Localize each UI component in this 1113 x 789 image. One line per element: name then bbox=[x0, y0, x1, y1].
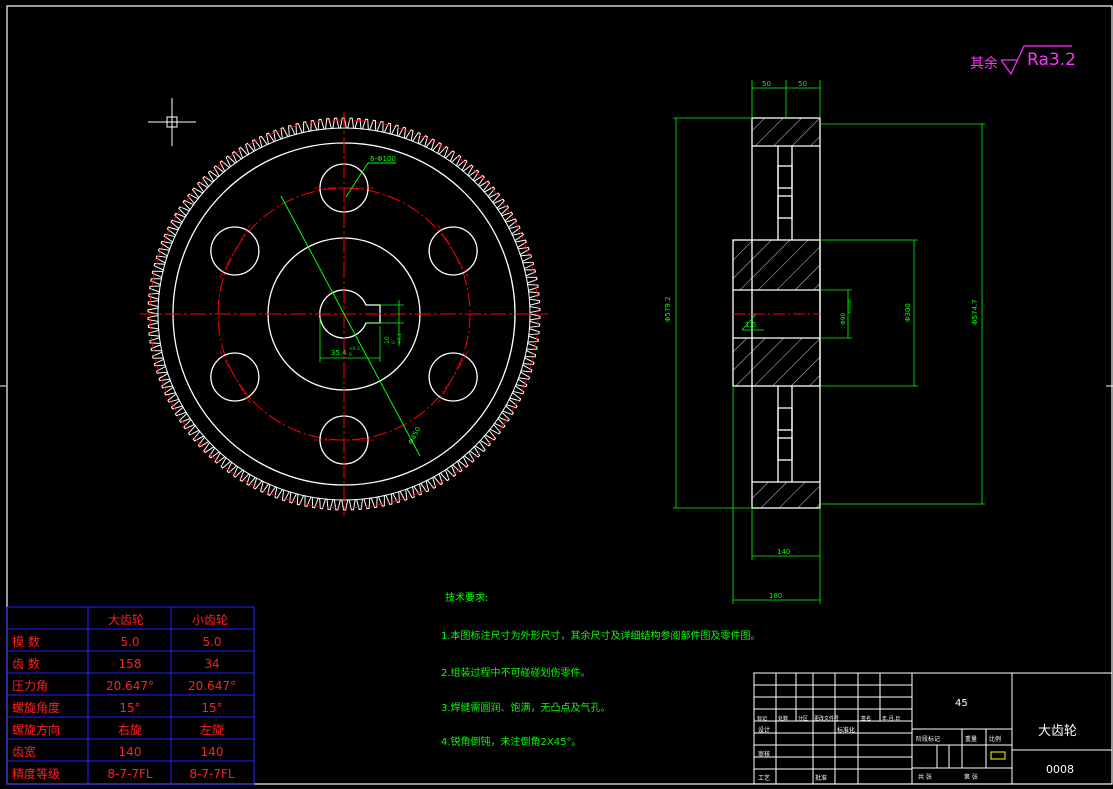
table-cell-r2-c1: 20.647° bbox=[106, 679, 154, 693]
title-block: 45 大齿轮 0008 标记 处数 分区 更改文件号 签名 年.月.日 设计 标… bbox=[753, 672, 1113, 785]
table-cell-r4-c0: 螺旋方向 bbox=[12, 722, 60, 737]
cad-drawing: 其余 Ra3.2 6-Φ100 Φ450 35.4 +0.2 0 10 0 +0… bbox=[0, 5, 1113, 785]
table-cell-r0-c2: 5.0 bbox=[202, 635, 221, 649]
keyway-depth-tol: 0 bbox=[391, 341, 397, 344]
dim-face: 140 bbox=[777, 548, 790, 556]
dim-hub-len: 180 bbox=[769, 592, 782, 600]
tb-weight: 重量 bbox=[965, 735, 977, 743]
dim-hub: Φ300 bbox=[904, 303, 912, 322]
tech-item-3: 3.焊缝需圆润、饱满，无凸点及气孔。 bbox=[441, 701, 611, 714]
hole-label: 6-Φ100 bbox=[370, 155, 396, 163]
table-header-big: 大齿轮 bbox=[108, 613, 144, 627]
dim-bore: Φ90 bbox=[840, 312, 847, 325]
keyway-tol-top: +0.2 bbox=[349, 346, 360, 352]
param-table: 大齿轮 小齿轮 模 数 5.0 5.0 齿 数 158 34 压力角 20.647° 20.64… bbox=[6, 606, 255, 785]
keyway-tol-bottom: 0 bbox=[349, 352, 352, 358]
table-cell-r1-c1: 158 bbox=[119, 657, 142, 671]
drawing-no: 0008 bbox=[1046, 763, 1074, 776]
tb-col-date: 年.月.日 bbox=[882, 715, 900, 722]
hole-centerline-2 bbox=[437, 224, 469, 278]
tb-sheets: 共 张 bbox=[918, 773, 932, 781]
table-cell-r4-c2: 左旋 bbox=[200, 722, 224, 737]
table-cell-r0-c1: 5.0 bbox=[120, 635, 139, 649]
crosshair-cursor-icon bbox=[148, 98, 196, 146]
gear-side-section: 50 50 Φ579.2 Φ574.7 Φ300 Φ90 +0.035 1.6 … bbox=[664, 80, 985, 604]
table-cell-r5-c0: 齿宽 bbox=[12, 744, 36, 759]
tech-title: 技术要求: bbox=[445, 591, 488, 604]
tech-item-4: 4.锐角倒钝，未注倒角2X45°。 bbox=[441, 735, 581, 748]
table-cell-r2-c2: 20.647° bbox=[188, 679, 236, 693]
tech-item-2: 2.组装过程中不可碰碰划伤零件。 bbox=[441, 666, 591, 679]
dim-root: Φ574.7 bbox=[971, 299, 979, 325]
tb-col-mark: 标记 bbox=[757, 715, 767, 722]
table-cell-r3-c1: 15° bbox=[119, 701, 140, 715]
table-cell-r6-c1: 8-7-7FL bbox=[107, 767, 152, 781]
tb-approve: 批准 bbox=[815, 774, 827, 782]
chamfer-label: 1.6 bbox=[745, 321, 757, 329]
tb-col-count: 处数 bbox=[778, 715, 788, 722]
tb-standard: 标准化 bbox=[837, 726, 855, 734]
tb-sheet: 第 张 bbox=[964, 773, 978, 781]
tb-scale: 比例 bbox=[989, 735, 1001, 743]
roughness-prefix: 其余 bbox=[970, 55, 998, 72]
gear-front-view: 6-Φ100 Φ450 35.4 +0.2 0 10 0 +0.1 bbox=[140, 112, 548, 516]
tb-col-sign: 签名 bbox=[861, 715, 871, 722]
dim-outer: Φ579.2 bbox=[664, 296, 672, 322]
table-cell-r3-c0: 螺旋角度 bbox=[12, 700, 60, 715]
table-cell-r0-c0: 模 数 bbox=[12, 634, 40, 649]
table-cell-r4-c1: 右旋 bbox=[118, 722, 142, 737]
roughness-value: Ra3.2 bbox=[1027, 50, 1076, 70]
bore-tol: +0.035 bbox=[847, 299, 852, 314]
keyway-width: 35.4 bbox=[331, 349, 347, 357]
keyway-depth: 10 bbox=[384, 336, 391, 344]
roughness-symbol: 其余 Ra3.2 bbox=[970, 45, 1076, 76]
keyway-depth-tol2: +0.1 bbox=[397, 333, 403, 344]
tb-process: 工艺 bbox=[758, 774, 770, 782]
tb-stage: 阶段标记 bbox=[916, 735, 940, 743]
table-cell-r1-c0: 齿 数 bbox=[12, 656, 40, 671]
table-cell-r5-c1: 140 bbox=[119, 745, 142, 759]
part-name: 大齿轮 bbox=[1038, 724, 1077, 739]
table-cell-r3-c2: 15° bbox=[201, 701, 222, 715]
table-cell-r5-c2: 140 bbox=[201, 745, 224, 759]
tb-review: 审核 bbox=[758, 750, 770, 758]
tech-item-1: 1.本图标注尺寸为外形尺寸，其余尺寸及详细结构参阅部件图及零件图。 bbox=[441, 629, 761, 642]
material: 45 bbox=[955, 698, 968, 709]
ref-label: Φ450 bbox=[407, 426, 423, 446]
table-cell-r6-c2: 8-7-7FL bbox=[189, 767, 234, 781]
table-header-small: 小齿轮 bbox=[192, 613, 228, 627]
hole-centerline-3 bbox=[437, 350, 469, 404]
tb-col-file: 更改文件号 bbox=[814, 715, 839, 722]
hole-centerline-5 bbox=[219, 350, 251, 404]
table-cell-r6-c0: 精度等级 bbox=[12, 766, 60, 781]
table-cell-r1-c2: 34 bbox=[204, 657, 219, 671]
dim-top-right: 50 bbox=[798, 80, 807, 88]
hole-centerline-6 bbox=[219, 224, 251, 278]
tb-col-zone: 分区 bbox=[798, 715, 808, 722]
table-cell-r2-c0: 压力角 bbox=[12, 679, 48, 693]
tb-design: 设计 bbox=[758, 726, 770, 734]
tech-requirements: 技术要求: 1.本图标注尺寸为外形尺寸，其余尺寸及详细结构参阅部件图及零件图。 … bbox=[441, 591, 761, 748]
dim-top-left: 50 bbox=[762, 80, 771, 88]
